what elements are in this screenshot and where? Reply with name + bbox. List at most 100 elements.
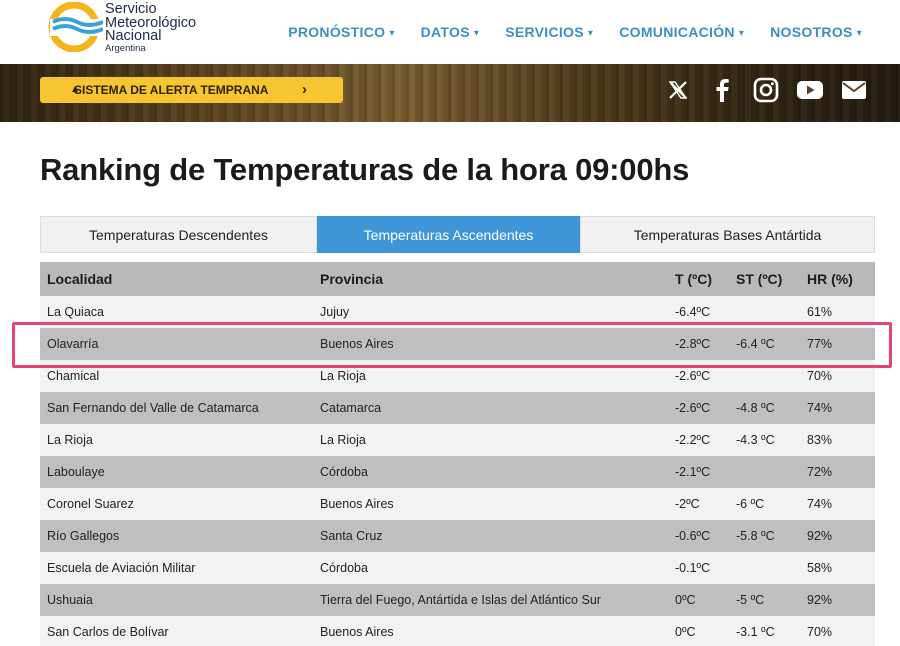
cell-humedad: 92% bbox=[807, 593, 833, 607]
cell-localidad: Escuela de Aviación Militar bbox=[47, 561, 196, 575]
nav-item-comunicacion[interactable]: COMUNICACIÓN ▾ bbox=[619, 24, 744, 40]
logo-line-4: Argentina bbox=[105, 42, 146, 54]
ranking-tabs: Temperaturas Descendentes Temperaturas A… bbox=[40, 216, 875, 253]
table-row: Chamical La Rioja -2.6ºC 70% bbox=[40, 360, 875, 392]
column-header-localidad[interactable]: Localidad bbox=[47, 271, 320, 287]
cell-localidad: Chamical bbox=[47, 369, 100, 383]
column-header-humedad[interactable]: HR (%) bbox=[807, 271, 867, 287]
cell-sensacion-termica: -4.8 ºC bbox=[736, 401, 775, 415]
smn-logo[interactable]: Servicio Meteorológico Nacional Argentin… bbox=[47, 2, 217, 54]
cell-localidad: Río Gallegos bbox=[47, 529, 120, 543]
logo-line-3: Nacional bbox=[105, 28, 162, 44]
table-row: San Carlos de Bolívar Buenos Aires 0ºC -3.1… bbox=[40, 616, 875, 646]
nav-label: COMUNICACIÓN bbox=[619, 24, 735, 40]
cell-temperatura: -2.8ºC bbox=[675, 337, 711, 351]
table-row: Río Gallegos Santa Cruz -0.6ºC -5.8 ºC 92% bbox=[40, 520, 875, 552]
cell-localidad: Laboulaye bbox=[47, 465, 105, 479]
page-title: Ranking de Temperaturas de la hora 09:00… bbox=[40, 152, 690, 187]
smn-logo-icon bbox=[48, 2, 103, 52]
site-header: Servicio Meteorológico Nacional Argentin… bbox=[0, 0, 900, 64]
nav-item-datos[interactable]: DATOS ▾ bbox=[421, 24, 480, 40]
cell-humedad: 61% bbox=[807, 305, 833, 319]
cell-temperatura: -2.6ºC bbox=[675, 369, 711, 383]
cell-provincia: Buenos Aires bbox=[320, 497, 394, 511]
cell-localidad: Olavarría bbox=[47, 337, 99, 351]
cell-localidad: San Carlos de Bolívar bbox=[47, 625, 169, 639]
table-row: Escuela de Aviación Militar Córdoba -0.1ºC… bbox=[40, 552, 875, 584]
cell-temperatura: -2.2ºC bbox=[675, 433, 711, 447]
youtube-icon[interactable] bbox=[796, 76, 824, 104]
instagram-icon[interactable] bbox=[752, 76, 780, 104]
cell-temperatura: -0.1ºC bbox=[675, 561, 711, 575]
facebook-icon[interactable] bbox=[708, 76, 736, 104]
cell-temperatura: -2.6ºC bbox=[675, 401, 711, 415]
cell-provincia: Tierra del Fuego, Antártida e Islas del … bbox=[320, 593, 601, 607]
hero-banner: ▲ SISTEMA DE ALERTA TEMPRANA › bbox=[0, 64, 900, 122]
cell-humedad: 70% bbox=[807, 625, 833, 639]
social-links bbox=[664, 76, 868, 104]
chevron-down-icon: ▾ bbox=[738, 28, 745, 39]
cell-temperatura: -0.6ºC bbox=[675, 529, 711, 543]
nav-label: PRONÓSTICO bbox=[288, 24, 386, 40]
cell-temperatura: -2.1ºC bbox=[675, 465, 711, 479]
cell-localidad: San Fernando del Valle de Catamarca bbox=[47, 401, 259, 415]
warning-icon: ▲ bbox=[70, 84, 80, 95]
main-nav: PRONÓSTICO ▾ DATOS ▾ SERVICIOS ▾ COMUNICACI… bbox=[288, 24, 862, 40]
cell-localidad: La Rioja bbox=[47, 433, 93, 447]
cell-provincia: Catamarca bbox=[320, 401, 382, 415]
cell-provincia: Córdoba bbox=[320, 465, 368, 479]
mail-icon[interactable] bbox=[840, 76, 868, 104]
cell-temperatura: -2ºC bbox=[675, 497, 700, 511]
cell-humedad: 70% bbox=[807, 369, 833, 383]
cell-sensacion-termica: -3.1 ºC bbox=[736, 625, 775, 639]
cell-humedad: 72% bbox=[807, 465, 833, 479]
cell-sensacion-termica: -5 ºC bbox=[736, 593, 765, 607]
nav-item-pronostico[interactable]: PRONÓSTICO ▾ bbox=[288, 24, 394, 40]
cell-provincia: La Rioja bbox=[320, 433, 366, 447]
cell-provincia: Jujuy bbox=[320, 305, 350, 319]
tab-temperaturas-descendentes[interactable]: Temperaturas Descendentes bbox=[40, 216, 317, 253]
cell-sensacion-termica: -6 ºC bbox=[736, 497, 765, 511]
table-row: La Quiaca Jujuy -6.4ºC 61% bbox=[40, 296, 875, 328]
cell-humedad: 92% bbox=[807, 529, 833, 543]
nav-item-servicios[interactable]: SERVICIOS ▾ bbox=[505, 24, 593, 40]
cell-humedad: 74% bbox=[807, 497, 833, 511]
cell-localidad: Coronel Suarez bbox=[47, 497, 134, 511]
table-header-row: Localidad Provincia T (ºC) ST (ºC) HR (%… bbox=[40, 262, 875, 296]
temperature-ranking-table: Localidad Provincia T (ºC) ST (ºC) HR (%… bbox=[40, 262, 875, 646]
column-header-sensacion-termica[interactable]: ST (ºC) bbox=[736, 271, 807, 287]
cell-provincia: La Rioja bbox=[320, 369, 366, 383]
logo-text: Servicio Meteorológico Nacional Argentin… bbox=[105, 2, 196, 54]
nav-item-nosotros[interactable]: NOSOTROS ▾ bbox=[770, 24, 862, 40]
early-warning-button[interactable]: ▲ SISTEMA DE ALERTA TEMPRANA › bbox=[40, 77, 343, 103]
cell-provincia: Buenos Aires bbox=[320, 337, 394, 351]
table-row: Laboulaye Córdoba -2.1ºC 72% bbox=[40, 456, 875, 488]
cell-localidad: Ushuaia bbox=[47, 593, 93, 607]
column-header-temperatura[interactable]: T (ºC) bbox=[675, 271, 736, 287]
cell-provincia: Santa Cruz bbox=[320, 529, 383, 543]
chevron-right-icon: › bbox=[302, 81, 307, 98]
nav-label: SERVICIOS bbox=[505, 24, 584, 40]
cell-humedad: 74% bbox=[807, 401, 833, 415]
cell-humedad: 83% bbox=[807, 433, 833, 447]
tab-temperaturas-bases-antartida[interactable]: Temperaturas Bases Antártida bbox=[580, 216, 875, 253]
cell-humedad: 58% bbox=[807, 561, 833, 575]
column-header-provincia[interactable]: Provincia bbox=[320, 271, 682, 287]
table-row: Olavarría Buenos Aires -2.8ºC -6.4 ºC 77% bbox=[40, 328, 875, 360]
early-warning-label: SISTEMA DE ALERTA TEMPRANA bbox=[74, 83, 269, 97]
cell-temperatura: 0ºC bbox=[675, 625, 696, 639]
cell-sensacion-termica: -6.4 ºC bbox=[736, 337, 775, 351]
tab-temperaturas-ascendentes[interactable]: Temperaturas Ascendentes bbox=[317, 216, 580, 253]
cell-temperatura: 0ºC bbox=[675, 593, 696, 607]
nav-label: NOSOTROS bbox=[770, 24, 853, 40]
chevron-down-icon: ▾ bbox=[587, 28, 594, 39]
cell-sensacion-termica: -5.8 ºC bbox=[736, 529, 775, 543]
cell-sensacion-termica: -4.3 ºC bbox=[736, 433, 775, 447]
cell-temperatura: -6.4ºC bbox=[675, 305, 711, 319]
table-row: Ushuaia Tierra del Fuego, Antártida e Isl… bbox=[40, 584, 875, 616]
x-icon[interactable] bbox=[664, 76, 692, 104]
chevron-down-icon: ▾ bbox=[389, 28, 395, 39]
cell-humedad: 77% bbox=[807, 337, 833, 351]
cell-localidad: La Quiaca bbox=[47, 305, 104, 319]
chevron-down-icon: ▾ bbox=[856, 28, 862, 39]
